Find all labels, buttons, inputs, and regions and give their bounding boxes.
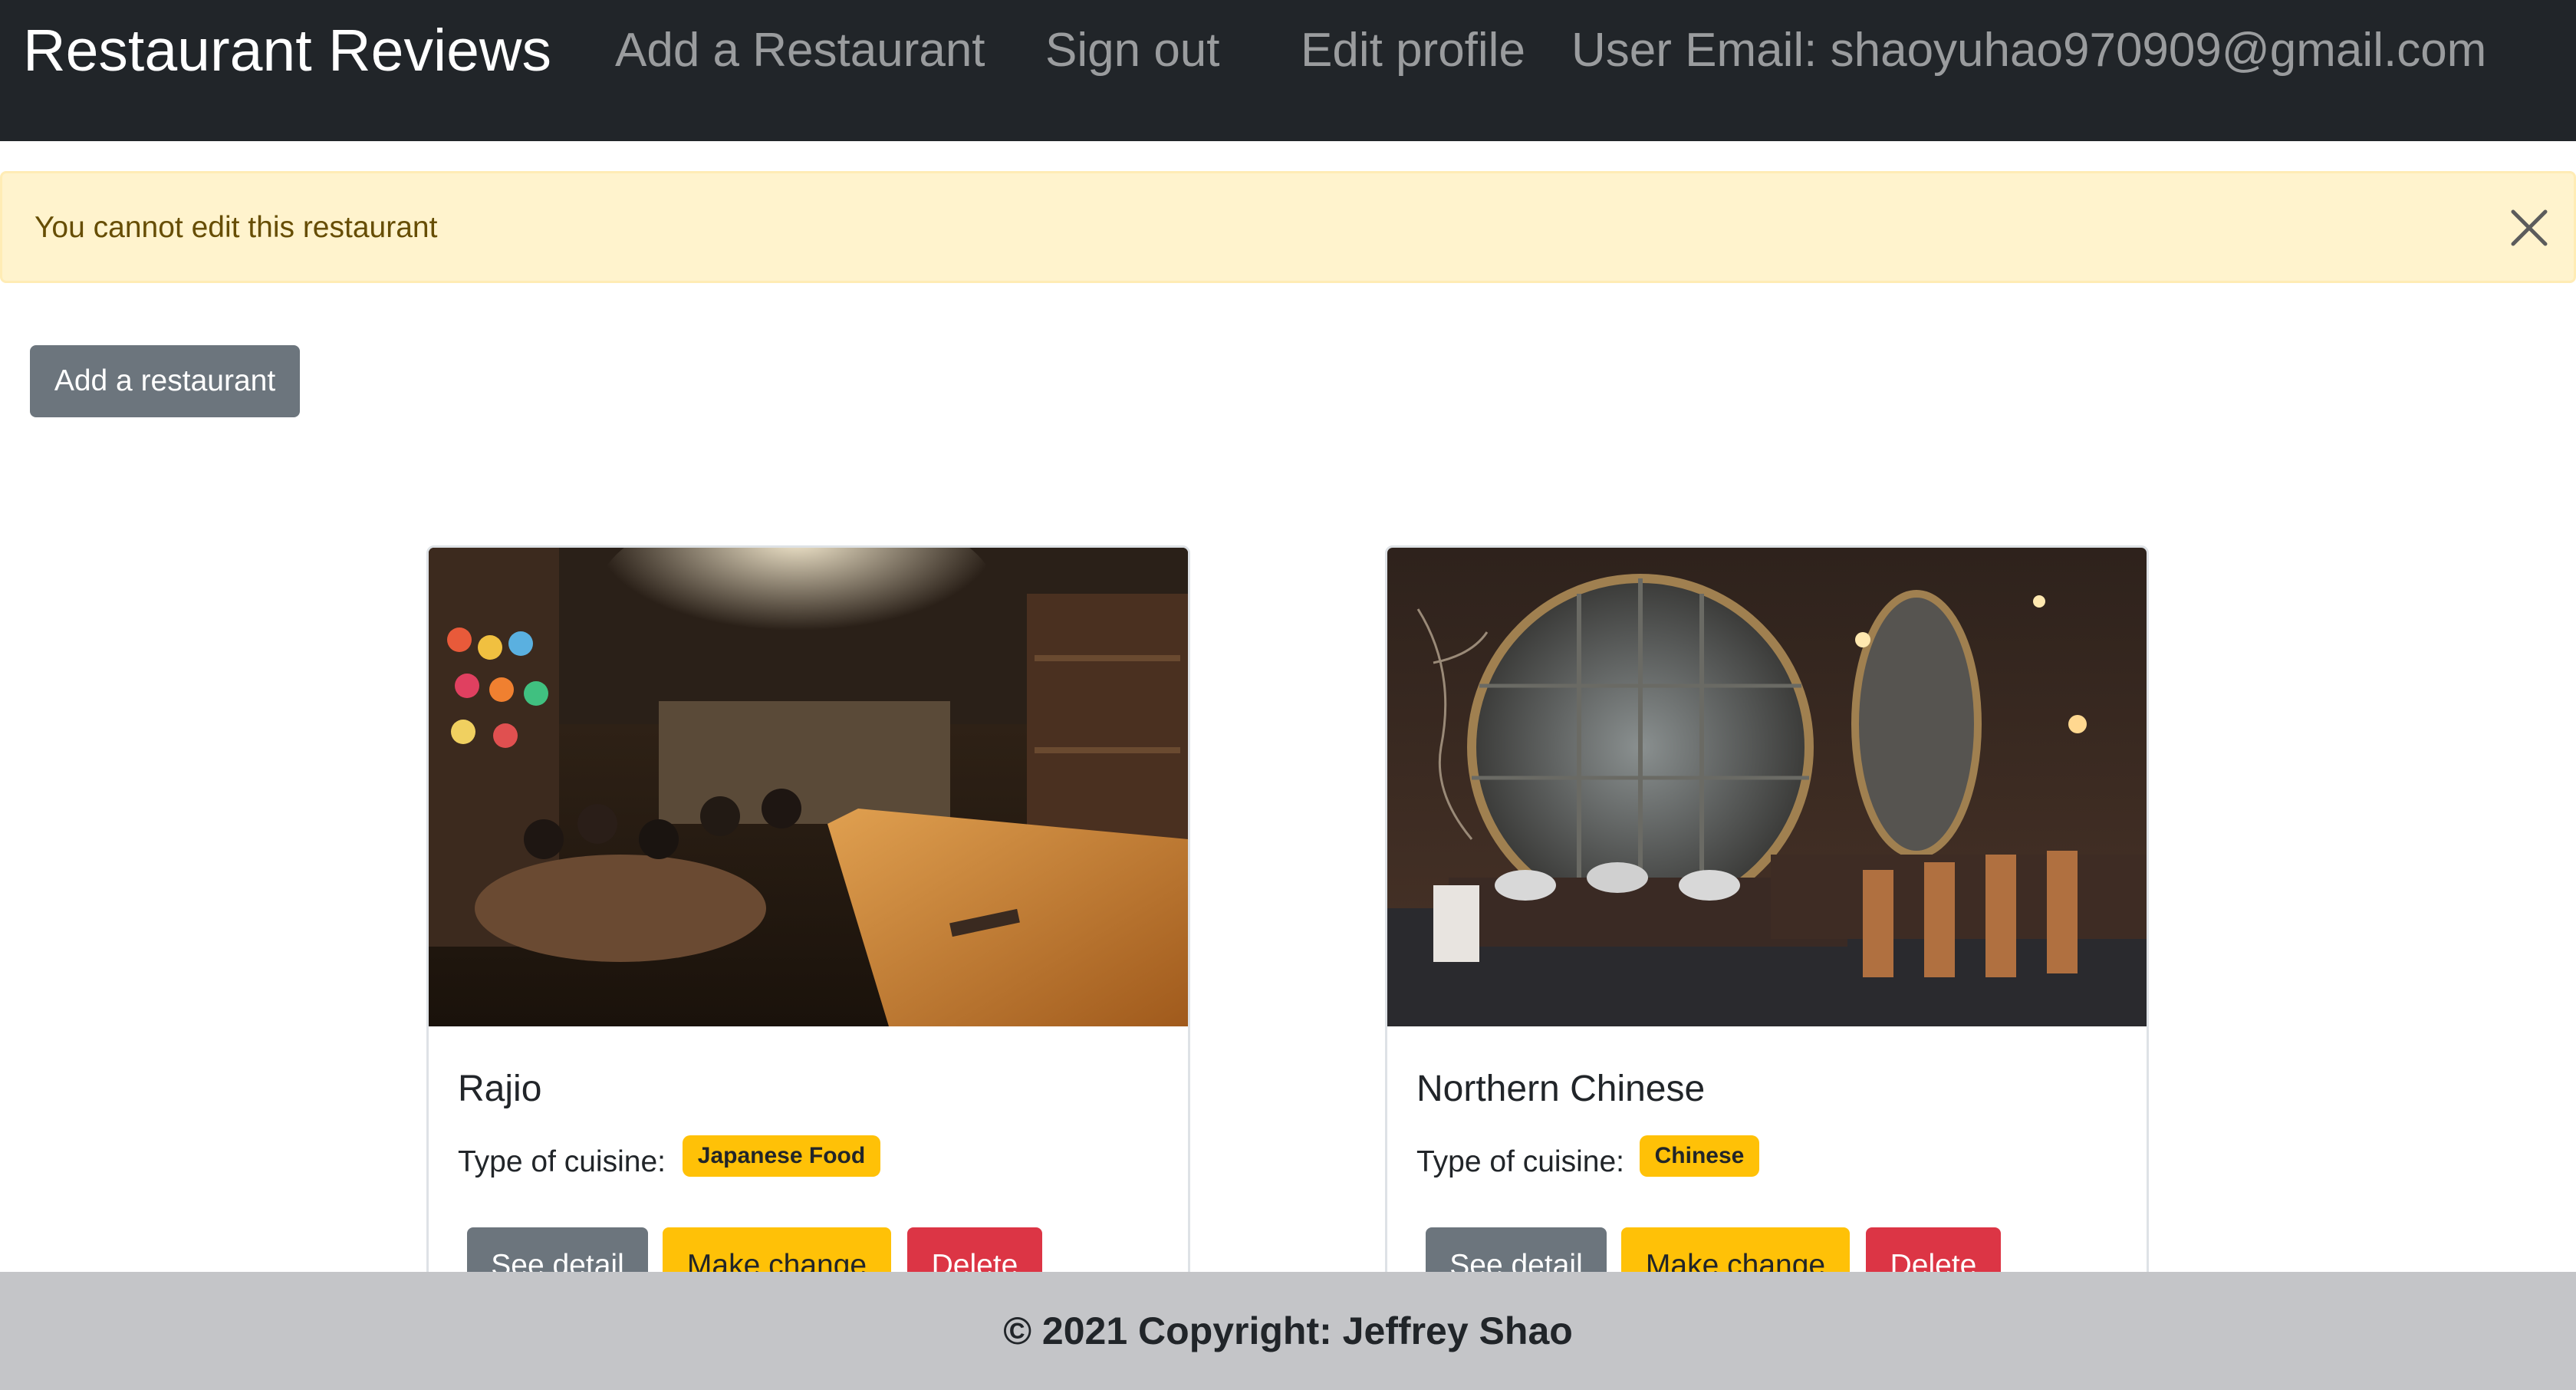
restaurant-photo — [1387, 548, 2147, 1026]
user-email: User Email: shaoyuhao970909@gmail.com — [1571, 24, 2487, 77]
close-icon[interactable] — [2502, 206, 2557, 252]
nav-sign-out[interactable]: Sign out — [1045, 15, 1220, 86]
page: Restaurant Reviews Add a Restaurant Sign… — [0, 0, 2576, 1390]
navbar: Restaurant Reviews Add a Restaurant Sign… — [0, 0, 2576, 141]
restaurant-card: Northern Chinese Type of cuisine: Chines… — [1385, 545, 2149, 1390]
nav-add-restaurant[interactable]: Add a Restaurant — [615, 15, 985, 86]
warning-alert: You cannot edit this restaurant — [0, 171, 2576, 283]
restaurant-name: Rajio — [458, 1069, 542, 1109]
cuisine-badge: Japanese Food — [683, 1135, 880, 1177]
cuisine-label: Type of cuisine: — [458, 1145, 666, 1178]
footer: © 2021 Copyright: Jeffrey Shao — [0, 1272, 2576, 1390]
add-restaurant-button[interactable]: Add a restaurant — [30, 345, 300, 417]
copyright-text: © 2021 Copyright: Jeffrey Shao — [1003, 1309, 1573, 1352]
brand-link[interactable]: Restaurant Reviews — [23, 14, 551, 87]
restaurant-card: Rajio Type of cuisine: Japanese Food See… — [426, 545, 1190, 1390]
nav-edit-profile[interactable]: Edit profile — [1301, 15, 1525, 86]
alert-message: You cannot edit this restaurant — [35, 211, 438, 244]
cuisine-badge: Chinese — [1640, 1135, 1759, 1177]
cuisine-label: Type of cuisine: — [1416, 1145, 1624, 1178]
restaurant-name: Northern Chinese — [1416, 1069, 1706, 1109]
restaurant-photo — [429, 548, 1188, 1026]
